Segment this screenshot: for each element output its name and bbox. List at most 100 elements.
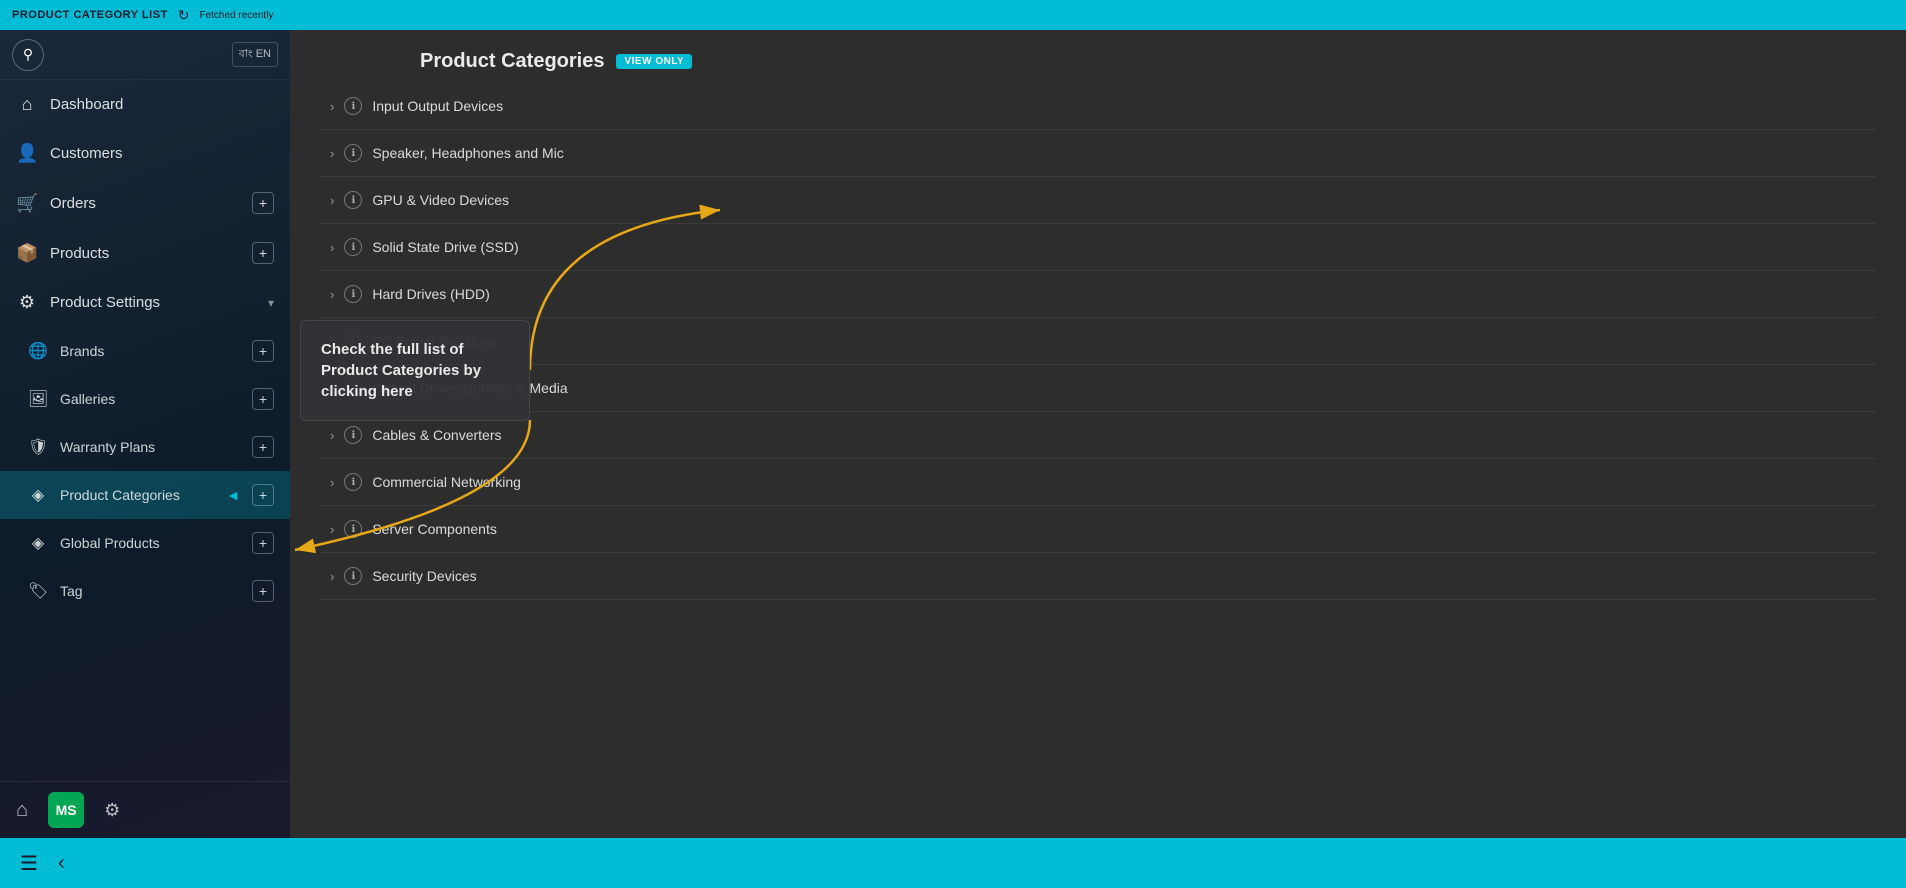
category-list-item[interactable]: › ℹ Optical Drives/Burners & Media [320, 365, 1876, 412]
home-bottom-icon[interactable]: ⌂ [16, 799, 28, 822]
products-icon: 📦 [16, 243, 38, 264]
category-expand-icon: › [330, 240, 334, 255]
category-list-item[interactable]: › ℹ Solid State Drive (SSD) [320, 224, 1876, 271]
tag-icon: 🏷 [28, 581, 48, 601]
category-expand-icon: › [330, 146, 334, 161]
category-expand-icon: › [330, 193, 334, 208]
sidebar-item-products[interactable]: 📦 Products + [0, 228, 290, 278]
category-list-item[interactable]: › ℹ Security Devices [320, 553, 1876, 600]
category-info-icon: ℹ [344, 426, 362, 444]
warranty-label: Warranty Plans [60, 439, 240, 455]
category-info-icon: ℹ [344, 191, 362, 209]
category-list: › ℹ Input Output Devices › ℹ Speaker, He… [290, 83, 1906, 838]
category-info-icon: ℹ [344, 238, 362, 256]
global-products-label: Global Products [60, 535, 240, 551]
category-list-item[interactable]: › ℹ Hard Drives (HDD) [320, 271, 1876, 318]
products-add-button[interactable]: + [252, 242, 274, 264]
customers-label: Customers [50, 145, 274, 162]
refresh-icon[interactable]: ↻ [178, 7, 190, 24]
category-expand-icon: › [330, 475, 334, 490]
annotation-tooltip: Check the full list of Product Categorie… [300, 320, 530, 421]
category-list-item[interactable]: › ℹ Cables & Converters [320, 412, 1876, 459]
page-title-row: Product Categories VIEW ONLY [420, 50, 1876, 73]
category-expand-icon: › [330, 99, 334, 114]
lang-text: বাং EN [239, 45, 271, 64]
category-info-icon: ℹ [344, 97, 362, 115]
top-bar: PRODUCT CATEGORY LIST ↻ Fetched recently [0, 0, 1906, 30]
category-name: Optical Drives/Burners & Media [372, 380, 1866, 396]
warranty-add-button[interactable]: + [252, 436, 274, 458]
bottom-bar: ☰ ‹ [0, 838, 1906, 888]
category-name: Speaker, Headphones and Mic [372, 145, 1866, 161]
sidebar-item-dashboard[interactable]: ⌂ Dashboard [0, 80, 290, 129]
category-info-icon: ℹ [344, 473, 362, 491]
dashboard-icon: ⌂ [16, 94, 38, 115]
search-icon: ⚲ [23, 46, 33, 63]
sidebar-item-customers[interactable]: 👤 Customers [0, 129, 290, 178]
sidebar-item-warranty-plans[interactable]: 🛡 Warranty Plans + [0, 423, 290, 471]
product-categories-add-button[interactable]: + [252, 484, 274, 506]
back-icon[interactable]: ‹ [58, 852, 65, 875]
category-name: Hard Drives (HDD) [372, 286, 1866, 302]
category-name: Server Components [372, 521, 1866, 537]
product-categories-label: Product Categories [60, 487, 210, 503]
galleries-add-button[interactable]: + [252, 388, 274, 410]
language-badge[interactable]: বাং EN [232, 42, 278, 67]
main-layout: ⚲ বাং EN ⌂ Dashboard 👤 Customers 🛒 Order… [0, 30, 1906, 838]
brands-label: Brands [60, 343, 240, 359]
sidebar: ⚲ বাং EN ⌂ Dashboard 👤 Customers 🛒 Order… [0, 30, 290, 838]
category-info-icon: ℹ [344, 567, 362, 585]
category-expand-icon: › [330, 569, 334, 584]
page-list-title: PRODUCT CATEGORY LIST [12, 9, 168, 21]
category-name: Solid State Drive (SSD) [372, 239, 1866, 255]
global-products-add-button[interactable]: + [252, 532, 274, 554]
category-name: Security Devices [372, 568, 1866, 584]
sidebar-item-product-categories[interactable]: ◈ Product Categories ◄ + [0, 471, 290, 519]
tag-label: Tag [60, 583, 240, 599]
fetch-status: Fetched recently [199, 10, 273, 21]
global-products-icon: ◈ [28, 533, 48, 553]
products-label: Products [50, 245, 240, 262]
category-name: Cables & Converters [372, 427, 1866, 443]
category-expand-icon: › [330, 428, 334, 443]
brands-add-button[interactable]: + [252, 340, 274, 362]
galleries-label: Galleries [60, 391, 240, 407]
sidebar-item-galleries[interactable]: 🖼 Galleries + [0, 375, 290, 423]
sidebar-item-brands[interactable]: 🌐 Brands + [0, 327, 290, 375]
ms-badge[interactable]: MS [48, 792, 84, 828]
sidebar-item-global-products[interactable]: ◈ Global Products + [0, 519, 290, 567]
category-name: PC Power Solutions [372, 333, 1866, 349]
product-settings-label: Product Settings [50, 294, 256, 311]
sidebar-search-row: ⚲ বাং EN [0, 30, 290, 80]
category-name: Input Output Devices [372, 98, 1866, 114]
dashboard-label: Dashboard [50, 96, 274, 113]
category-list-item[interactable]: › ℹ GPU & Video Devices [320, 177, 1876, 224]
orders-icon: 🛒 [16, 193, 38, 214]
page-title: Product Categories [420, 50, 604, 73]
tag-add-button[interactable]: + [252, 580, 274, 602]
category-list-item[interactable]: › ℹ Commercial Networking [320, 459, 1876, 506]
product-categories-icon: ◈ [28, 485, 48, 505]
annotation-text: Check the full list of Product Categorie… [321, 341, 481, 400]
settings-bottom-icon[interactable]: ⚙ [104, 800, 120, 821]
orders-add-button[interactable]: + [252, 192, 274, 214]
sidebar-item-orders[interactable]: 🛒 Orders + [0, 178, 290, 228]
search-button[interactable]: ⚲ [12, 39, 44, 71]
content-area: Check the full list of Product Categorie… [290, 30, 1906, 838]
sidebar-item-tag[interactable]: 🏷 Tag + [0, 567, 290, 615]
sidebar-item-product-settings[interactable]: ⚙ Product Settings ▾ [0, 278, 290, 327]
category-list-item[interactable]: › ℹ Input Output Devices [320, 83, 1876, 130]
warranty-icon: 🛡 [28, 437, 48, 457]
category-info-icon: ℹ [344, 144, 362, 162]
category-info-icon: ℹ [344, 520, 362, 538]
view-only-badge: VIEW ONLY [616, 54, 692, 69]
product-settings-chevron: ▾ [268, 296, 274, 310]
category-list-item[interactable]: › ℹ Server Components [320, 506, 1876, 553]
category-expand-icon: › [330, 522, 334, 537]
category-list-item[interactable]: › ℹ Speaker, Headphones and Mic [320, 130, 1876, 177]
customers-icon: 👤 [16, 143, 38, 164]
menu-icon[interactable]: ☰ [20, 851, 38, 876]
content-header: Product Categories VIEW ONLY [290, 30, 1906, 83]
category-list-item[interactable]: › ℹ PC Power Solutions [320, 318, 1876, 365]
product-settings-icon: ⚙ [16, 292, 38, 313]
